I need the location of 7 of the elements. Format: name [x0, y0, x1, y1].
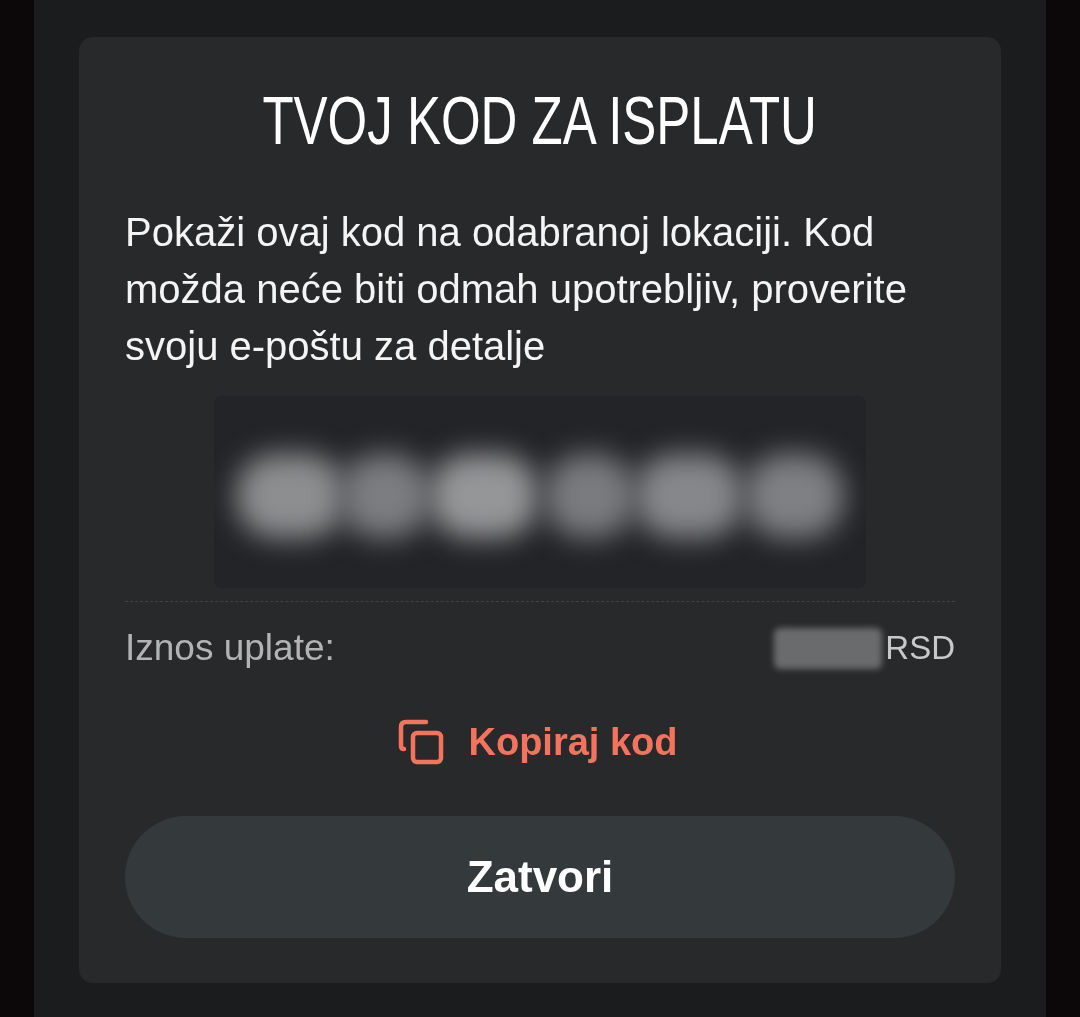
dialog-title: TVOJ KOD ZA ISPLATU — [262, 81, 818, 160]
copy-icon — [398, 719, 445, 765]
currency-label: RSD — [885, 629, 955, 667]
copy-code-link[interactable]: Kopiraj kod — [398, 719, 678, 765]
close-button[interactable]: Zatvori — [125, 816, 955, 938]
amount-label: Iznos uplate: — [125, 627, 335, 669]
dialog-message: Pokaži ovaj kod na odabranoj lokaciji. Kod možda neće biti odmah upotrebljiv, proverite svoju e-poštu za detalje — [125, 209, 908, 370]
